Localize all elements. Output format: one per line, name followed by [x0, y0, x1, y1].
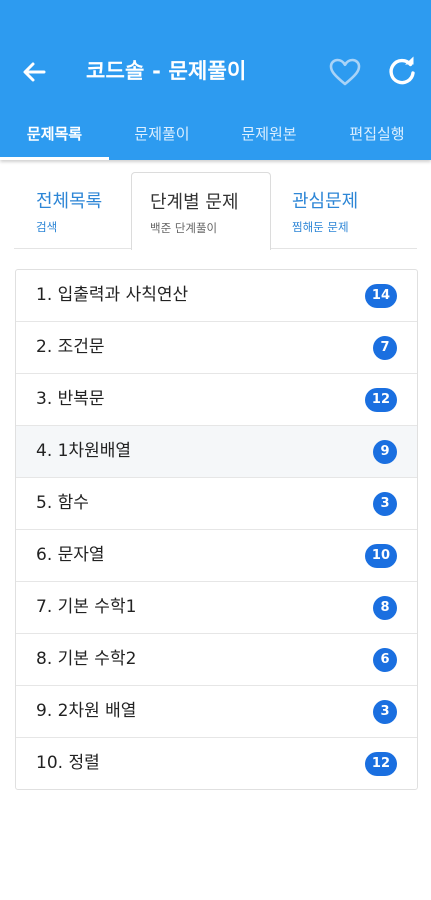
list-item[interactable]: 4. 1차원배열 9: [16, 426, 417, 478]
sub-tabs: 전체목록 검색 단계별 문제 백준 단계풀이 관심문제 찜해둔 문제: [0, 172, 431, 252]
item-label: 7. 기본 수학1: [36, 597, 137, 617]
count-badge: 14: [364, 284, 397, 308]
favorite-button[interactable]: [328, 56, 362, 88]
subtab-caption: 찜해둔 문제: [292, 220, 349, 234]
refresh-button[interactable]: [386, 55, 418, 87]
tab-problem-solve[interactable]: 문제풀이: [109, 112, 215, 160]
refresh-icon: [389, 56, 415, 85]
list-item[interactable]: 8. 기본 수학2 6: [16, 634, 417, 686]
tab-problem-list[interactable]: 문제목록: [0, 112, 109, 160]
subtab-step-problems[interactable]: 단계별 문제 백준 단계풀이: [131, 172, 271, 250]
count-badge: 3: [373, 492, 397, 516]
list-item[interactable]: 7. 기본 수학1 8: [16, 582, 417, 634]
subtab-caption: 백준 단계풀이: [150, 221, 218, 235]
back-button[interactable]: [18, 56, 50, 88]
active-tab-indicator: [0, 157, 109, 160]
list-item[interactable]: 5. 함수 3: [16, 478, 417, 530]
item-label: 8. 기본 수학2: [36, 649, 137, 669]
subtab-all-list[interactable]: 전체목록 검색: [14, 172, 130, 249]
tab-problem-original[interactable]: 문제원본: [215, 112, 323, 160]
item-label: 10. 정렬: [36, 753, 100, 773]
tab-edit-run[interactable]: 편집실행: [323, 112, 431, 160]
count-badge: 7: [373, 336, 397, 360]
page-title: 코드솔 - 문제풀이: [86, 59, 247, 83]
count-badge: 12: [364, 388, 397, 412]
item-label: 1. 입출력과 사칙연산: [36, 285, 189, 305]
count-badge: 8: [373, 596, 397, 620]
item-label: 9. 2차원 배열: [36, 701, 137, 721]
heart-outline-icon: [329, 58, 361, 86]
list-item[interactable]: 9. 2차원 배열 3: [16, 686, 417, 738]
list-item[interactable]: 3. 반복문 12: [16, 374, 417, 426]
list-item[interactable]: 2. 조건문 7: [16, 322, 417, 374]
count-badge: 6: [373, 648, 397, 672]
subtab-label: 관심문제: [292, 191, 359, 212]
subtab-label: 단계별 문제: [150, 192, 239, 213]
app-bar: 코드솔 - 문제풀이 문제목록 문제풀이 문제원본 편집실행: [0, 0, 431, 160]
item-label: 5. 함수: [36, 493, 89, 513]
item-label: 2. 조건문: [36, 337, 105, 357]
count-badge: 9: [373, 440, 397, 464]
item-label: 6. 문자열: [36, 545, 105, 565]
count-badge: 10: [364, 544, 397, 568]
count-badge: 12: [364, 752, 397, 776]
subtab-label: 전체목록: [36, 191, 103, 212]
list-item[interactable]: 1. 입출력과 사칙연산 14: [16, 270, 417, 322]
main-tabs: 문제목록 문제풀이 문제원본 편집실행: [0, 112, 431, 160]
list-item[interactable]: 10. 정렬 12: [16, 738, 417, 789]
list-item[interactable]: 6. 문자열 10: [16, 530, 417, 582]
subtab-caption: 검색: [36, 220, 58, 234]
step-list: 1. 입출력과 사칙연산 14 2. 조건문 7 3. 반복문 12 4. 1차…: [15, 269, 418, 790]
item-label: 4. 1차원배열: [36, 441, 131, 461]
arrow-left-icon: [23, 62, 46, 82]
subtab-favorites[interactable]: 관심문제 찜해둔 문제: [270, 172, 416, 249]
count-badge: 3: [373, 700, 397, 724]
item-label: 3. 반복문: [36, 389, 105, 409]
